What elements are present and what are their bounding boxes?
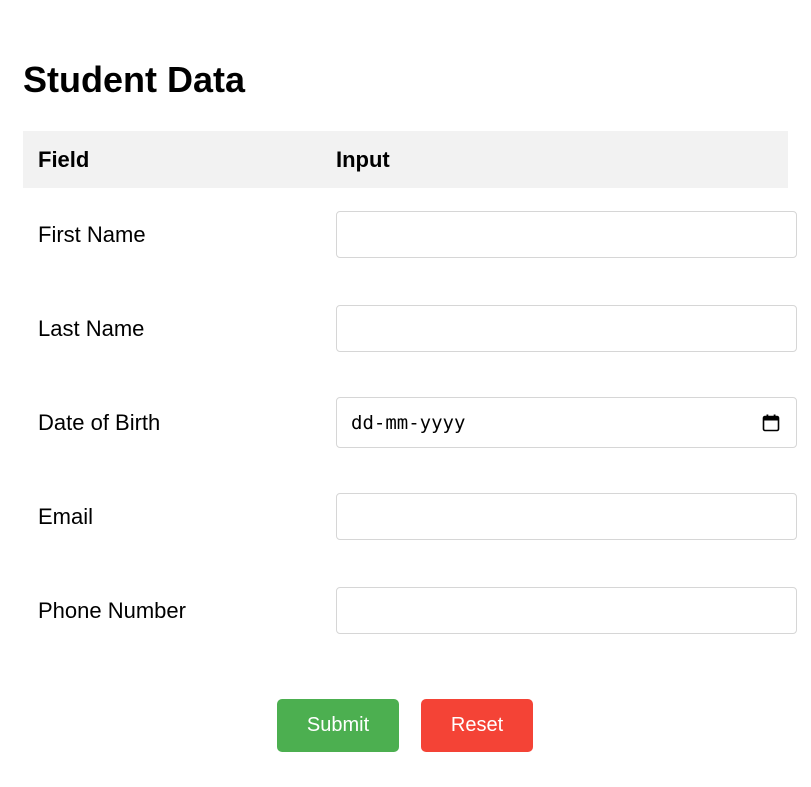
table-header-row: Field Input — [23, 131, 788, 188]
date-of-birth-label: Date of Birth — [38, 410, 161, 435]
last-name-input[interactable] — [336, 305, 797, 352]
last-name-label: Last Name — [38, 316, 145, 341]
email-label: Email — [38, 504, 94, 529]
email-input[interactable] — [336, 493, 797, 540]
calendar-icon[interactable] — [762, 414, 780, 432]
date-of-birth-input[interactable]: dd-mm-yyyy — [336, 397, 797, 448]
form-actions: Submit Reset — [0, 699, 811, 752]
date-of-birth-placeholder: dd-mm-yyyy — [351, 411, 466, 434]
phone-number-input[interactable] — [336, 587, 797, 634]
reset-button[interactable]: Reset — [421, 699, 533, 752]
column-header-field: Field — [38, 147, 90, 172]
form-row-last-name: Last Name — [23, 282, 797, 376]
form-row-date-of-birth: Date of Birth dd-mm-yyyy — [23, 376, 797, 470]
column-header-input: Input — [336, 147, 390, 172]
first-name-input[interactable] — [336, 211, 797, 258]
form-row-phone-number: Phone Number — [23, 564, 797, 658]
first-name-label: First Name — [38, 222, 146, 247]
student-form-table: Field Input First Name Last Name Date of… — [23, 131, 797, 658]
phone-number-label: Phone Number — [38, 598, 186, 623]
page-title: Student Data — [23, 59, 246, 100]
form-row-first-name: First Name — [23, 188, 797, 282]
submit-button[interactable]: Submit — [277, 699, 399, 752]
student-data-page: Student Data Field Input First Name Last… — [0, 0, 811, 787]
form-row-email: Email — [23, 470, 797, 564]
